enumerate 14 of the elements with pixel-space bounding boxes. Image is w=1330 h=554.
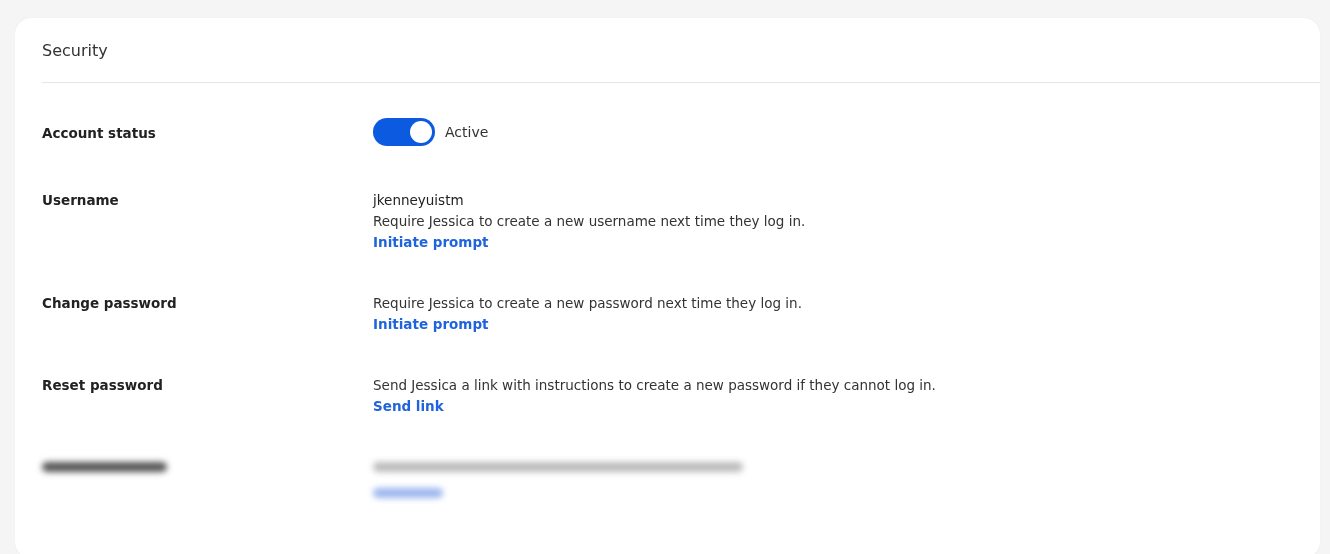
field-label: Change password (42, 294, 178, 313)
section-title: Security (42, 40, 109, 62)
description-text: Send Jessica a link with instructions to create a new password if they cannot log in. (373, 376, 937, 395)
action-link[interactable]: Initiate prompt (373, 232, 489, 253)
action-link[interactable]: Send link (373, 396, 444, 417)
username-value: jkenneyuistm (373, 191, 465, 210)
status-text: Active (445, 122, 489, 142)
action-link[interactable]: Initiate prompt (373, 314, 489, 335)
field-label: Account status (42, 124, 157, 143)
field-label: Username (42, 191, 120, 210)
description-text: Require Jessica to create a new password next time they log in. (373, 294, 803, 313)
toggle-switch[interactable] (373, 118, 435, 146)
description-text: Require Jessica to create a new username next time they log in. (373, 212, 807, 231)
field-label: Reset password (42, 376, 164, 395)
